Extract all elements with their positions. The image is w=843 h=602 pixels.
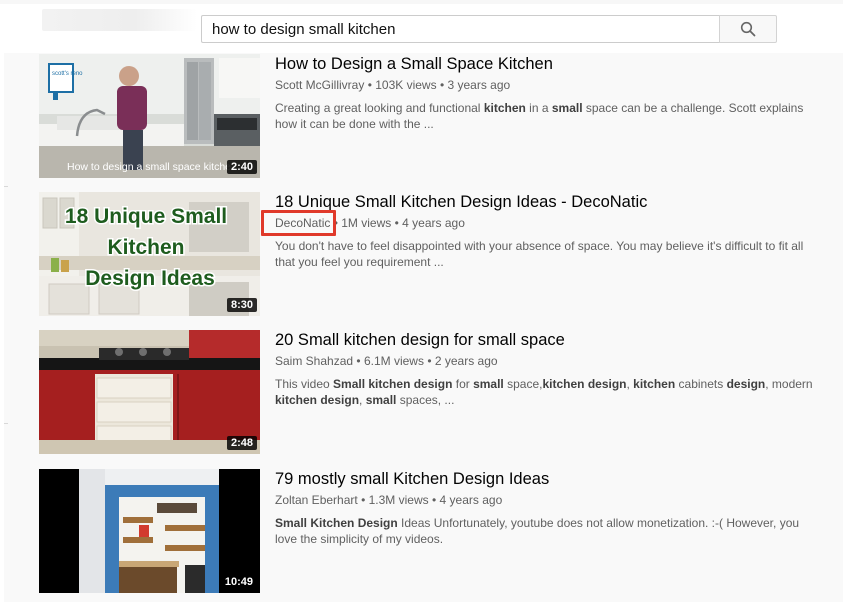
search-results-list: scott's reno How to design a small space… [4, 53, 843, 602]
video-description: You don't have to feel disappointed with… [275, 238, 820, 270]
meta-separator: • [394, 216, 399, 230]
description-keyword: kitchen [633, 377, 676, 391]
divider [4, 186, 8, 187]
description-text: , modern [765, 377, 813, 391]
upload-age: 3 years ago [447, 78, 511, 92]
video-thumbnail[interactable]: 10:49 [39, 469, 260, 593]
channel-name[interactable]: DecoNatic [275, 216, 330, 230]
description-text: spaces, ... [396, 393, 455, 407]
description-keyword: kitchen design [542, 377, 627, 391]
top-bar [0, 0, 843, 50]
meta-separator: • [431, 493, 437, 507]
description-keyword: small [551, 101, 583, 115]
description-keyword: small [473, 377, 504, 391]
upload-age: 2 years ago [434, 354, 498, 368]
divider [4, 423, 8, 424]
video-meta: Saim Shahzad • 6.1M views • 2 years ago [275, 353, 825, 369]
video-info: 20 Small kitchen design for small space … [275, 330, 825, 408]
description-text: for [452, 377, 474, 391]
description-text: in a [525, 101, 552, 115]
channel-name[interactable]: Saim Shahzad [275, 354, 353, 368]
thumbnail-caption: How to design a small space kitche [67, 161, 231, 173]
video-description: Small Kitchen Design Ideas Unfortunately… [275, 515, 820, 547]
channel-name[interactable]: Zoltan Eberhart [275, 493, 358, 507]
video-duration: 8:30 [226, 298, 257, 312]
search-icon [740, 21, 756, 37]
video-thumbnail[interactable]: scott's reno How to design a small space… [39, 54, 260, 178]
video-title[interactable]: How to Design a Small Space Kitchen [275, 54, 825, 74]
description-text: Creating a great looking and functional [275, 101, 484, 115]
video-meta: Zoltan Eberhart • 1.3M views • 4 years a… [275, 492, 825, 508]
upload-age: 4 years ago [439, 493, 503, 507]
video-thumbnail[interactable]: 18 Unique Small Kitchen Design Ideas 8:3… [39, 192, 260, 316]
description-text: cabinets [675, 377, 727, 391]
meta-separator: • [439, 78, 445, 92]
search-bar [201, 15, 777, 43]
description-keyword: Small kitchen design [333, 377, 453, 391]
channel-name[interactable]: Scott McGillivray [275, 78, 364, 92]
description-keyword: kitchen [483, 101, 526, 115]
search-input[interactable] [201, 15, 719, 43]
description-keyword: Small Kitchen Design [275, 516, 398, 530]
video-info: 18 Unique Small Kitchen Design Ideas - D… [261, 192, 825, 270]
logo-area[interactable] [42, 9, 197, 31]
video-duration: 2:40 [226, 160, 257, 174]
video-description: This video Small kitchen design for smal… [275, 376, 820, 408]
thumbnail-text: Kitchen [107, 236, 184, 259]
description-keyword: design [726, 377, 766, 391]
search-button[interactable] [719, 15, 777, 43]
video-duration: 10:49 [220, 575, 257, 589]
video-title[interactable]: 18 Unique Small Kitchen Design Ideas - D… [275, 192, 825, 212]
video-result[interactable]: 10:49 79 mostly small Kitchen Design Ide… [39, 469, 829, 593]
meta-separator: • [427, 354, 432, 368]
top-edge [0, 0, 843, 4]
video-title[interactable]: 20 Small kitchen design for small space [275, 330, 825, 350]
description-text: , [359, 393, 366, 407]
video-meta: DecoNatic • 1M views • 4 years ago [261, 210, 825, 236]
meta-separator: • [361, 493, 366, 507]
meta-separator: • [333, 216, 338, 230]
video-result[interactable]: scott's reno How to design a small space… [39, 54, 829, 178]
video-thumbnail[interactable]: 2:48 [39, 330, 260, 454]
meta-separator: • [356, 354, 361, 368]
video-result[interactable]: 18 Unique Small Kitchen Design Ideas 8:3… [39, 192, 829, 316]
description-text: You don't have to feel disappointed with… [275, 239, 804, 269]
view-count: 1M views [341, 216, 392, 230]
video-title[interactable]: 79 mostly small Kitchen Design Ideas [275, 469, 825, 489]
thumbnail-text: Design Ideas [85, 267, 215, 290]
thumbnail-text: 18 Unique Small [65, 205, 227, 228]
video-meta: Scott McGillivray • 103K views • 3 years… [275, 77, 825, 93]
view-count: 6.1M views [363, 354, 424, 368]
video-duration: 2:48 [226, 436, 257, 450]
video-description: Creating a great looking and functional … [275, 100, 820, 132]
video-info: 79 mostly small Kitchen Design Ideas Zol… [275, 469, 825, 547]
channel-logo-text: scott's reno [52, 71, 83, 77]
video-info: How to Design a Small Space Kitchen Scot… [275, 54, 825, 132]
description-keyword: small [365, 393, 397, 407]
description-keyword: kitchen design [275, 393, 360, 407]
view-count: 1.3M views [368, 493, 429, 507]
description-text: This video [275, 377, 334, 391]
video-result[interactable]: 2:48 20 Small kitchen design for small s… [39, 330, 829, 454]
meta-separator: • [367, 78, 372, 92]
description-text: space, [503, 377, 543, 391]
upload-age: 4 years ago [402, 216, 465, 230]
view-count: 103K views [375, 78, 437, 92]
channel-name-highlighted[interactable]: DecoNatic [261, 210, 336, 236]
